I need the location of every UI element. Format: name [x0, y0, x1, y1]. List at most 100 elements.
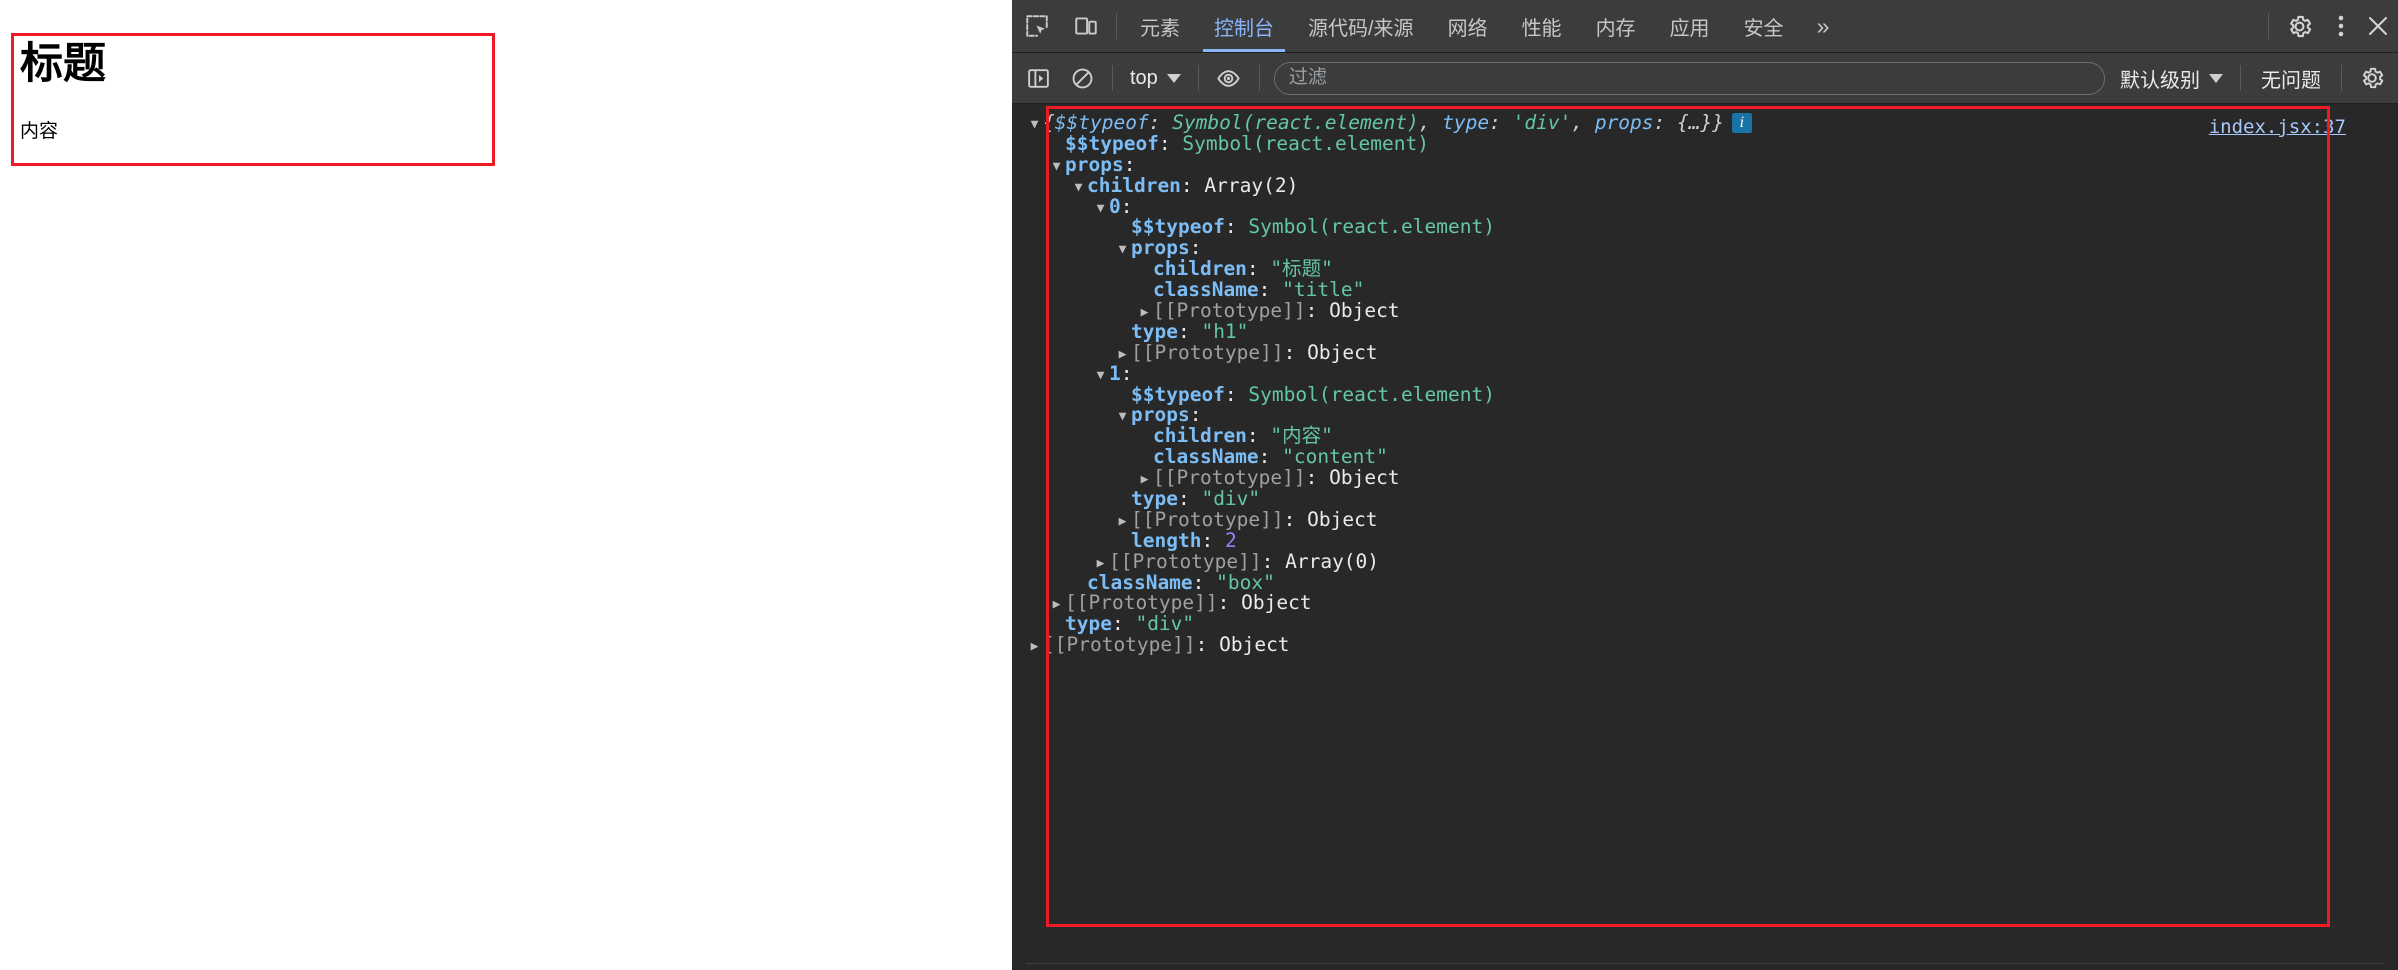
page-content-text: 内容	[20, 121, 59, 143]
object-tree: ▼ {$$typeof: Symbol(react.element), type:…	[1012, 111, 2398, 658]
object-property-value: Symbol(react.element)	[1248, 215, 1495, 239]
object-tree-row[interactable]: ▶ [[Prototype]]: Object	[1026, 466, 2398, 491]
execution-context-selector[interactable]: top	[1121, 61, 1190, 95]
object-property-value: "box"	[1216, 570, 1275, 594]
object-tree-row[interactable]: $$typeof: Symbol(react.element)	[1026, 217, 2398, 238]
property-separator: :	[1120, 361, 1133, 385]
object-tree-row[interactable]: ▼ 1:	[1026, 361, 2398, 387]
device-toolbar-icon[interactable]	[1061, 0, 1110, 52]
object-property-value: Array(0)	[1285, 549, 1380, 573]
expand-triangle-down-icon[interactable]: ▼	[1114, 240, 1131, 261]
expand-triangle-down-icon[interactable]: ▼	[1092, 366, 1109, 387]
expand-triangle-down-icon[interactable]: ▼	[1114, 407, 1131, 428]
object-tree-row[interactable]: ▼ 0:	[1026, 196, 2398, 220]
expand-triangle-right-icon[interactable]: ▶	[1114, 345, 1131, 366]
gear-icon[interactable]	[2275, 0, 2324, 52]
console-toolbar: top 默认级别 无问题	[1012, 53, 2398, 104]
object-tree-row[interactable]: length: 2	[1026, 528, 2398, 552]
tab-network[interactable]: 网络	[1431, 0, 1505, 52]
execution-context-value: top	[1130, 66, 1158, 89]
object-tree-row[interactable]: ▼ props:	[1026, 405, 2398, 426]
property-separator: :	[1177, 487, 1202, 511]
console-sidebar-icon[interactable]	[1016, 56, 1060, 100]
object-preview: {$$typeof: Symbol(react.element), type: …	[1043, 111, 1724, 134]
tab-memory[interactable]: 内存	[1579, 0, 1653, 52]
property-separator: :	[1258, 445, 1283, 469]
issues-status[interactable]: 无问题	[2249, 64, 2333, 93]
object-property-key: className	[1087, 570, 1193, 594]
object-property-value: "内容"	[1270, 424, 1333, 448]
filter-input[interactable]	[1273, 61, 2105, 95]
object-property-value: Object	[1307, 340, 1378, 364]
tab-application[interactable]: 应用	[1653, 0, 1727, 52]
tab-performance[interactable]: 性能	[1505, 0, 1579, 52]
expand-triangle-down-icon[interactable]: ▼	[1048, 157, 1065, 178]
console-settings-gear-icon[interactable]	[2350, 56, 2394, 100]
object-property-value: "title"	[1282, 278, 1365, 302]
object-property-value: Object	[1241, 591, 1312, 615]
kebab-menu-icon[interactable]	[2324, 0, 2358, 52]
object-tree-row[interactable]: ▶ [[Prototype]]: Object	[1026, 593, 2398, 614]
clear-console-icon[interactable]	[1060, 56, 1104, 100]
more-tabs-icon[interactable]: »	[1801, 0, 1846, 52]
tab-sources[interactable]: 源代码/来源	[1291, 0, 1431, 52]
source-link[interactable]: index.jsx:37	[2209, 116, 2346, 138]
expand-triangle-right-icon[interactable]: ▶	[1048, 595, 1065, 616]
property-separator: :	[1111, 612, 1136, 636]
object-tree-row[interactable]: ▼ props:	[1026, 237, 2398, 261]
object-tree-row[interactable]: ▶ [[Prototype]]: Object	[1026, 300, 2398, 324]
expand-triangle-right-icon[interactable]: ▶	[1114, 512, 1131, 533]
expand-triangle-down-icon[interactable]: ▼	[1092, 199, 1109, 220]
object-tree-row[interactable]: ▼ children: Array(2)	[1026, 173, 2398, 199]
expand-triangle-down-icon[interactable]: ▼	[1070, 178, 1087, 199]
object-tree-row[interactable]: ▼ {$$typeof: Symbol(react.element), type:…	[1026, 111, 2398, 136]
object-tree-row[interactable]: ▶ [[Prototype]]: Object	[1026, 340, 2398, 366]
console-toolbar-divider-4	[2240, 65, 2241, 91]
expand-triangle-right-icon[interactable]: ▶	[1092, 554, 1109, 575]
console-prompt-divider	[1026, 963, 2384, 964]
expand-triangle-right-icon[interactable]: ▶	[1136, 470, 1153, 491]
object-tree-row[interactable]: ▶ [[Prototype]]: Object	[1026, 509, 2398, 533]
object-tree-row[interactable]: className: "content"	[1026, 445, 2398, 469]
close-icon[interactable]	[2358, 0, 2398, 52]
log-level-selector[interactable]: 默认级别	[2111, 61, 2232, 95]
expand-triangle-right-icon[interactable]: ▶	[1026, 637, 1043, 658]
object-tree-row[interactable]: $$typeof: Symbol(react.element)	[1026, 133, 2398, 155]
object-property-key: [[Prototype]]	[1131, 340, 1284, 364]
object-tree-row[interactable]: className: "box"	[1026, 570, 2398, 594]
tab-elements[interactable]: 元素	[1123, 0, 1197, 52]
expand-triangle-down-icon[interactable]: ▼	[1026, 115, 1043, 136]
property-separator: :	[1224, 382, 1249, 406]
property-separator: :	[1201, 528, 1225, 552]
expand-triangle-right-icon[interactable]: ▶	[1136, 303, 1153, 324]
console-toolbar-divider-5	[2341, 65, 2342, 91]
tab-security[interactable]: 安全	[1727, 0, 1801, 52]
console-output: index.jsx:37 ▼ {$$typeof: Symbol(react.el…	[1012, 104, 2398, 970]
object-tree-row[interactable]: ▼ props:	[1026, 154, 2398, 178]
tab-network-label: 网络	[1447, 17, 1488, 40]
object-tree-row[interactable]: type: "div"	[1026, 612, 2398, 636]
toolbar-divider-right	[2268, 13, 2269, 39]
info-badge-icon[interactable]: i	[1731, 113, 1752, 133]
object-tree-row[interactable]: children: "标题"	[1026, 258, 2398, 280]
object-tree-row[interactable]: type: "h1"	[1026, 319, 2398, 343]
tab-console[interactable]: 控制台	[1197, 0, 1291, 52]
live-expression-icon[interactable]	[1207, 56, 1251, 100]
object-property-key: type	[1131, 319, 1178, 343]
object-tree-row[interactable]: type: "div"	[1026, 487, 2398, 511]
property-separator: :	[1305, 466, 1330, 490]
object-property-key: children	[1087, 173, 1181, 197]
inspect-element-icon[interactable]	[1012, 0, 1061, 52]
object-tree-row[interactable]: children: "内容"	[1026, 424, 2398, 448]
object-tree-row[interactable]: className: "title"	[1026, 278, 2398, 302]
object-tree-row[interactable]: ▶ [[Prototype]]: Array(0)	[1026, 549, 2398, 575]
more-tabs-label: »	[1816, 12, 1830, 39]
property-separator: :	[1177, 319, 1202, 343]
property-separator: :	[1189, 403, 1202, 427]
console-toolbar-divider-3	[1258, 65, 1260, 91]
tab-application-label: 应用	[1669, 17, 1710, 40]
tab-elements-label: 元素	[1140, 17, 1180, 40]
object-property-key: type	[1065, 612, 1112, 636]
object-tree-row[interactable]: $$typeof: Symbol(react.element)	[1026, 382, 2398, 406]
object-tree-row[interactable]: ▶ [[Prototype]]: Object	[1026, 634, 2398, 658]
